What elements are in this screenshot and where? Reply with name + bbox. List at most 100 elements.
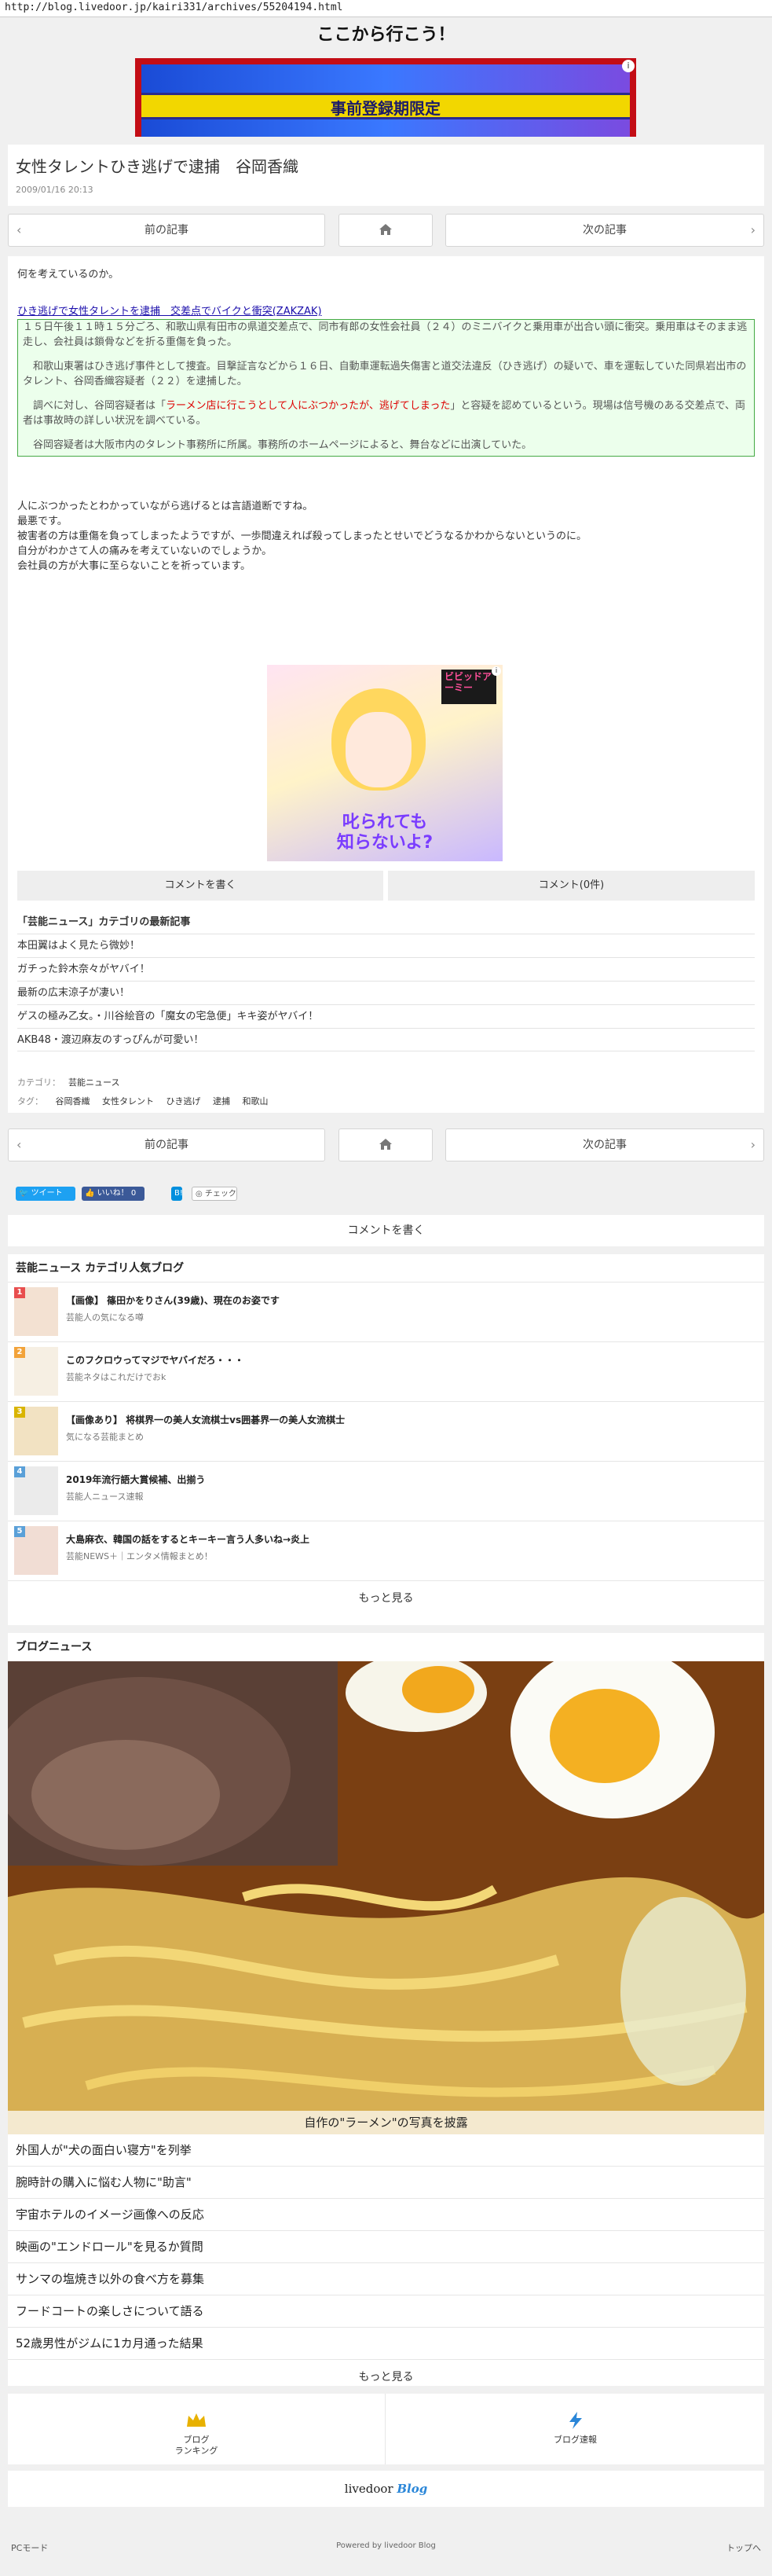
ad-info-icon[interactable]: i bbox=[492, 666, 501, 676]
prev-article-button[interactable]: ‹ 前の記事 bbox=[8, 1128, 325, 1161]
article-pager-top: ‹ 前の記事 次の記事 › bbox=[8, 214, 764, 247]
next-article-button[interactable]: 次の記事 › bbox=[445, 1128, 764, 1161]
recent-article-link[interactable]: ガチった鈴木奈々がヤバイ！ bbox=[17, 957, 755, 981]
news-link[interactable]: フードコートの楽しさについて語る bbox=[8, 2295, 764, 2328]
news-photo[interactable]: 自作の"ラーメン"の写真を披露 bbox=[8, 1661, 764, 2134]
lightning-icon bbox=[569, 2412, 582, 2429]
blog-ranking-link[interactable]: ブログ ランキング bbox=[8, 2394, 386, 2464]
blog-news: ブログニュース 自作の"ラーメン"の写真を披露 外国人が"犬の面白い寝方"を列挙… bbox=[8, 1633, 764, 2386]
quote-source-link[interactable]: ひき逃げで女性タレントを逮捕 交差点でバイクと衝突(ZAKZAK) bbox=[17, 304, 755, 319]
check-button[interactable]: ◎ チェック bbox=[192, 1187, 237, 1201]
hatena-bookmark-button[interactable]: B! bbox=[171, 1187, 183, 1201]
crown-icon bbox=[187, 2413, 206, 2427]
category-ranking: 芸能ニュース カテゴリ人気ブログ 1 【画像】 篠田かをりさん(39歳)、現在の… bbox=[8, 1254, 764, 1625]
news-more-button[interactable]: もっと見る bbox=[8, 2360, 764, 2394]
tweet-button[interactable]: 🐦 ツイート bbox=[16, 1187, 75, 1201]
article-intro: 何を考えているのか。 bbox=[17, 269, 119, 281]
rank-badge: 3 bbox=[14, 1407, 25, 1418]
comment-buttons: コメントを書く コメント(0件) bbox=[17, 871, 755, 901]
news-link[interactable]: 外国人が"犬の面白い寝方"を列挙 bbox=[8, 2134, 764, 2167]
ranking-blog-name: 芸能NEWS＋｜エンタメ情報まとめ！ bbox=[66, 1551, 213, 1561]
ranking-blog-name: 芸能人の気になる噂 bbox=[66, 1312, 144, 1323]
tags-line: タグ： 谷岡香織 女性タレント ひき逃げ 逮捕 和歌山 bbox=[17, 1096, 269, 1106]
home-button[interactable] bbox=[338, 1128, 433, 1161]
recent-article-link[interactable]: 最新の広末涼子が凄い！ bbox=[17, 981, 755, 1004]
next-article-button[interactable]: 次の記事 › bbox=[445, 214, 764, 247]
ad-info-icon[interactable]: i bbox=[622, 60, 635, 72]
tag-link[interactable]: 谷岡香織 bbox=[56, 1096, 90, 1106]
ad-character-face bbox=[346, 712, 412, 787]
quote-block: １５日午後１１時１５分ごろ、和歌山県有田市の県道交差点で、同市有郎の女性会社員（… bbox=[17, 319, 755, 457]
ad-rectangle[interactable]: ビビッドアーミー 叱られても 知らないよ? i bbox=[267, 665, 503, 861]
article-date: 2009/01/16 20:13 bbox=[16, 185, 93, 195]
home-icon bbox=[379, 224, 392, 235]
rank-badge: 2 bbox=[14, 1347, 25, 1358]
home-button[interactable] bbox=[338, 214, 433, 247]
ad-caption: 叱られても 知らないよ? bbox=[336, 813, 434, 853]
recent-article-link[interactable]: 本田翼はよく見たら微妙！ bbox=[17, 934, 755, 957]
quote-paragraph: １５日午後１１時１５分ごろ、和歌山県有田市の県道交差点で、同市有郎の女性会社員（… bbox=[23, 321, 748, 348]
ranking-thumbnail: 5 bbox=[14, 1526, 58, 1575]
ranking-title: このフクロウってマジでヤバイだろ・・・ bbox=[66, 1355, 244, 1366]
ranking-item[interactable]: 3 【画像あり】 将棋界一の美人女流棋士vs囲碁界一の美人女流棋士 気になる芸能… bbox=[8, 1402, 764, 1462]
ranking-more-button[interactable]: もっと見る bbox=[8, 1581, 764, 1616]
bottom-nav: ブログ ランキング ブログ速報 bbox=[8, 2394, 764, 2464]
recent-article-link[interactable]: AKB48・渡辺麻友のすっぴんが可愛い！ bbox=[17, 1028, 755, 1051]
news-link[interactable]: 映画の"エンドロール"を見るか質問 bbox=[8, 2231, 764, 2263]
blog-title[interactable]: ここから行こう！ bbox=[0, 20, 772, 46]
ranking-item[interactable]: 5 大島麻衣、韓国の話をするとキーキー言う人多いね→炎上 芸能NEWS＋｜エンタ… bbox=[8, 1521, 764, 1581]
ranking-item[interactable]: 4 2019年流行語大賞候補、出揃う 芸能人ニュース速報 bbox=[8, 1462, 764, 1521]
prev-article-label: 前の記事 bbox=[145, 1139, 188, 1151]
prev-article-button[interactable]: ‹ 前の記事 bbox=[8, 214, 325, 247]
write-comment-button[interactable]: コメントを書く bbox=[8, 1215, 764, 1246]
livedoor-blog-logo[interactable]: livedoor Blog bbox=[8, 2471, 764, 2507]
facebook-like-button[interactable]: 👍 いいね！ 0 bbox=[82, 1187, 145, 1201]
next-article-label: 次の記事 bbox=[583, 1139, 627, 1151]
ranking-blog-name: 気になる芸能まとめ bbox=[66, 1432, 144, 1442]
tag-link[interactable]: 和歌山 bbox=[243, 1096, 269, 1106]
banner-text: 事前登録期限定 bbox=[331, 99, 441, 118]
prev-article-label: 前の記事 bbox=[145, 224, 188, 237]
recent-article-link[interactable]: ゲスの極み乙女。・川谷絵音の「魔女の宅急便」キキ姿がヤバイ！ bbox=[17, 1004, 755, 1028]
news-heading: ブログニュース bbox=[16, 1641, 93, 1653]
write-comment-button[interactable]: コメントを書く bbox=[17, 871, 383, 901]
ad-banner[interactable]: 事前登録期限定 i bbox=[135, 58, 636, 137]
article-header: 女性タレントひき逃げで逮捕 谷岡香織 2009/01/16 20:13 bbox=[8, 145, 764, 206]
ranking-thumbnail: 1 bbox=[14, 1287, 58, 1336]
address-bar[interactable]: http://blog.livedoor.jp/kairi331/archive… bbox=[0, 0, 772, 17]
ranking-title: 大島麻衣、韓国の話をするとキーキー言う人多いね→炎上 bbox=[66, 1534, 310, 1545]
tag-link[interactable]: 逮捕 bbox=[213, 1096, 230, 1106]
quote-highlight: ラーメン店に行こうとして人にぶつかったが、逃げてしまった bbox=[166, 400, 451, 412]
news-photo-caption: 自作の"ラーメン"の写真を披露 bbox=[8, 2111, 764, 2134]
ranking-item[interactable]: 1 【画像】 篠田かをりさん(39歳)、現在のお姿です 芸能人の気になる噂 bbox=[8, 1282, 764, 1342]
news-link[interactable]: 52歳男性がジムに1カ月通った結果 bbox=[8, 2328, 764, 2360]
ranking-title: 【画像あり】 将棋界一の美人女流棋士vs囲碁界一の美人女流棋士 bbox=[66, 1415, 346, 1426]
tag-link[interactable]: ひき逃げ bbox=[166, 1096, 201, 1106]
news-link[interactable]: 腕時計の購入に悩む人物に"助言" bbox=[8, 2167, 764, 2199]
ranking-blog-name: 芸能ネタはこれだけでおk bbox=[66, 1372, 166, 1382]
rank-badge: 4 bbox=[14, 1466, 25, 1477]
article-title: 女性タレントひき逃げで逮捕 谷岡香織 bbox=[16, 157, 298, 176]
powered-by: Powered by livedoor Blog bbox=[336, 2541, 436, 2550]
rank-badge: 1 bbox=[14, 1287, 25, 1298]
blog-breaking-link[interactable]: ブログ速報 bbox=[386, 2394, 764, 2464]
back-to-top-link[interactable]: トップへ bbox=[726, 2541, 761, 2554]
ranking-title: 2019年流行語大賞候補、出揃う bbox=[66, 1474, 206, 1485]
news-link[interactable]: サンマの塩焼き以外の食べ方を募集 bbox=[8, 2263, 764, 2295]
comment-count-button[interactable]: コメント(0件) bbox=[388, 871, 755, 901]
ranking-title: 【画像】 篠田かをりさん(39歳)、現在のお姿です bbox=[66, 1295, 280, 1306]
article-pager-bottom: ‹ 前の記事 次の記事 › bbox=[8, 1128, 764, 1161]
category-link[interactable]: 芸能ニュース bbox=[68, 1077, 119, 1088]
blog-ranking-label: ランキング bbox=[174, 2446, 218, 2456]
chevron-right-icon: › bbox=[750, 222, 756, 237]
home-icon bbox=[379, 1139, 392, 1150]
ranking-heading: 芸能ニュース カテゴリ人気ブログ bbox=[8, 1254, 764, 1282]
chevron-right-icon: › bbox=[750, 1137, 756, 1152]
next-article-label: 次の記事 bbox=[583, 224, 627, 237]
blog-breaking-label: ブログ速報 bbox=[554, 2435, 597, 2445]
chevron-left-icon: ‹ bbox=[16, 222, 22, 237]
ranking-item[interactable]: 2 このフクロウってマジでヤバイだろ・・・ 芸能ネタはこれだけでおk bbox=[8, 1342, 764, 1402]
ad-game-title: ビビッドアーミー bbox=[441, 670, 496, 704]
news-link[interactable]: 宇宙ホテルのイメージ画像への反応 bbox=[8, 2199, 764, 2231]
tag-link[interactable]: 女性タレント bbox=[102, 1096, 154, 1106]
